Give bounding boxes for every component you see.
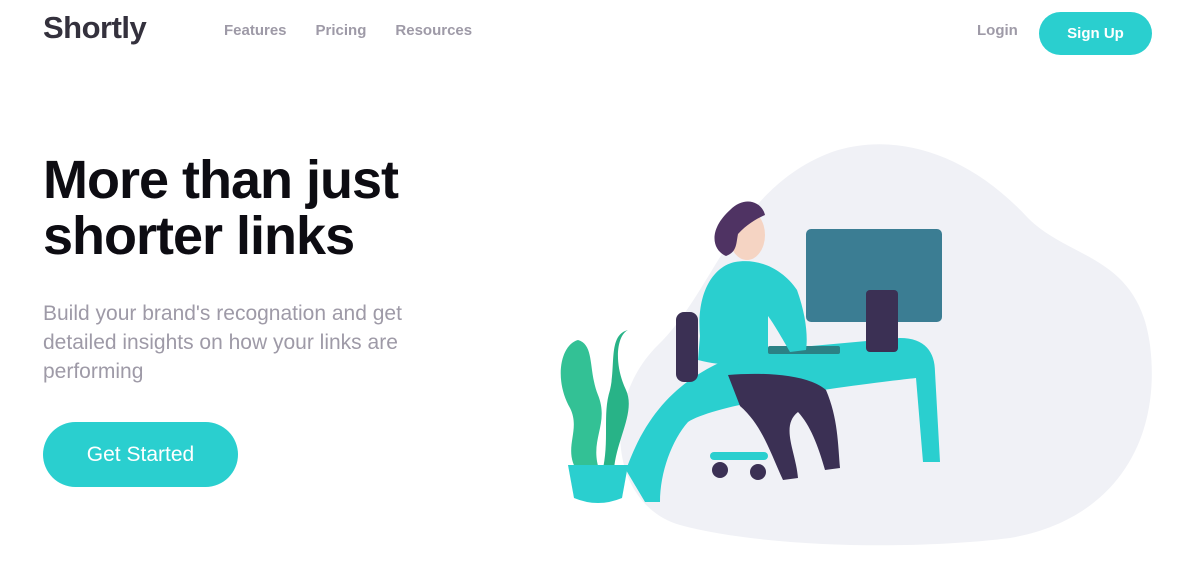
main-nav: Features Pricing Resources bbox=[224, 22, 472, 39]
chair-back bbox=[676, 312, 698, 382]
plant-pot bbox=[568, 465, 628, 503]
nav-resources[interactable]: Resources bbox=[395, 22, 472, 39]
monitor-stand bbox=[866, 290, 898, 352]
login-link[interactable]: Login bbox=[977, 22, 1018, 39]
hero-title-line2: shorter links bbox=[43, 206, 355, 266]
signup-button[interactable]: Sign Up bbox=[1039, 12, 1152, 55]
person-working-illustration bbox=[560, 144, 1152, 546]
nav-pricing[interactable]: Pricing bbox=[316, 22, 367, 39]
hero-title: More than just shorter links bbox=[43, 152, 503, 264]
logo[interactable]: Shortly bbox=[43, 10, 147, 46]
plant-stem-leaf bbox=[560, 340, 602, 475]
nav-features[interactable]: Features bbox=[224, 22, 287, 39]
hero-title-line1: More than just bbox=[43, 150, 399, 210]
chair-base bbox=[710, 452, 768, 460]
hero-subtitle: Build your brand's recognation and get d… bbox=[43, 302, 402, 383]
get-started-button[interactable]: Get Started bbox=[43, 422, 238, 487]
